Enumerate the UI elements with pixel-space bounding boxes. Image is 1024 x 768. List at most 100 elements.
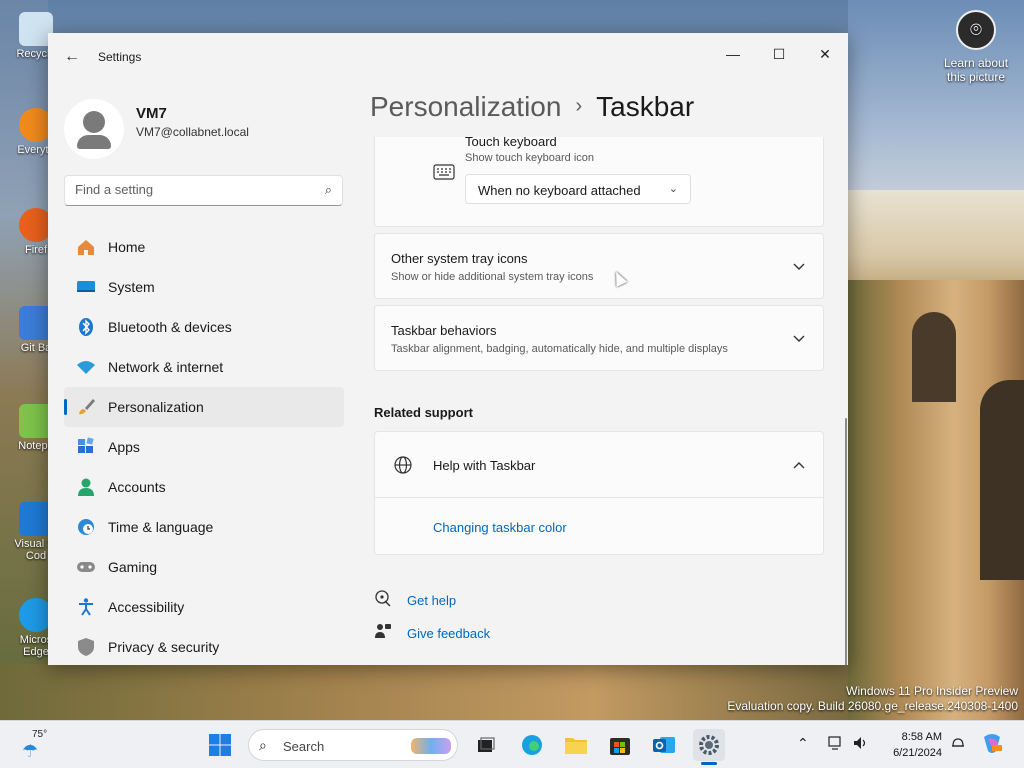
chevron-up-icon[interactable] <box>791 457 807 473</box>
content-scrollbar[interactable] <box>845 418 847 665</box>
sidebar-item-label: Privacy & security <box>108 639 220 655</box>
chevron-up-icon[interactable]: ⌃ <box>797 735 809 752</box>
clock-time: 8:58 AM <box>901 731 942 743</box>
search-highlight-icon <box>411 738 451 754</box>
taskbar-outlook[interactable] <box>648 729 680 761</box>
globe-icon <box>393 455 413 480</box>
sidebar-item-time-language[interactable]: Time & language <box>64 507 344 547</box>
back-arrow-icon[interactable]: ← <box>62 47 82 67</box>
sidebar-item-privacy-security[interactable]: Privacy & security <box>64 627 344 665</box>
network-icon[interactable] <box>828 735 844 754</box>
shield-icon <box>76 637 96 657</box>
apps-icon <box>76 437 96 457</box>
sidebar-item-label: Accounts <box>108 479 166 495</box>
search-icon[interactable]: ⌕ <box>325 182 332 198</box>
tray-icons-subtitle: Show or hide additional system tray icon… <box>391 271 594 283</box>
system-icon <box>76 277 96 297</box>
sidebar-item-bluetooth-devices[interactable]: Bluetooth & devices <box>64 307 344 347</box>
folder-icon <box>565 738 587 754</box>
gear-icon <box>699 735 719 755</box>
touch-keyboard-card: Touch keyboard Show touch keyboard icon … <box>374 137 824 227</box>
volume-icon[interactable] <box>852 735 868 754</box>
sidebar-item-system[interactable]: System <box>64 267 344 307</box>
avatar <box>64 99 124 159</box>
other-system-tray-icons-card[interactable]: Other system tray icons Show or hide add… <box>374 233 824 299</box>
behaviors-subtitle: Taskbar alignment, badging, automaticall… <box>391 343 728 355</box>
window-title: Settings <box>98 50 142 64</box>
gamepad-icon <box>76 557 96 577</box>
close-button[interactable]: ✕ <box>802 39 848 69</box>
sidebar-nav: Home System Bluetooth & devices Network … <box>64 227 344 665</box>
desktop-ground <box>0 664 848 720</box>
related-support-heading: Related support <box>374 405 473 420</box>
get-help-row[interactable]: Get help <box>374 589 456 612</box>
sidebar-item-personalization[interactable]: Personalization <box>64 387 344 427</box>
weather-widget[interactable]: 75° ☂ <box>18 727 58 763</box>
windows-logo-icon <box>209 734 231 756</box>
sidebar-item-label: Bluetooth & devices <box>108 319 232 335</box>
sidebar-item-label: System <box>108 279 155 295</box>
sidebar-item-label: Network & internet <box>108 359 224 375</box>
give-feedback-link[interactable]: Give feedback <box>407 626 490 641</box>
sidebar-item-gaming[interactable]: Gaming <box>64 547 344 587</box>
breadcrumb-separator: › <box>575 95 583 117</box>
learn-about-picture[interactable]: ⌾ Learn about this picture <box>938 10 1014 84</box>
avatar-head <box>83 111 105 133</box>
minimize-button[interactable]: — <box>710 39 756 69</box>
behaviors-title: Taskbar behaviors <box>391 323 497 338</box>
system-clock[interactable]: 8:58 AM 6/21/2024 <box>876 729 942 761</box>
search-icon: ⌕ <box>259 737 267 753</box>
user-name: VM7 <box>136 105 167 122</box>
taskbar-search[interactable]: ⌕ Search <box>248 729 458 761</box>
taskbar-file-explorer[interactable] <box>560 729 592 761</box>
notification-icon[interactable] <box>950 735 966 754</box>
start-button[interactable] <box>204 729 236 761</box>
sidebar-item-label: Personalization <box>108 399 204 415</box>
edge-icon <box>522 735 542 755</box>
desktop-bridge-arch-2 <box>980 380 1024 580</box>
taskbar-behaviors-card[interactable]: Taskbar behaviors Taskbar alignment, bad… <box>374 305 824 371</box>
sidebar-item-apps[interactable]: Apps <box>64 427 344 467</box>
copilot-icon[interactable] <box>980 731 1004 758</box>
taskbar: 75° ☂ ⌕ Search ⌃ 8:58 AM 6/21/2024 <box>0 720 1024 768</box>
windows-watermark: Windows 11 Pro Insider Preview Evaluatio… <box>727 684 1018 714</box>
settings-content: Touch keyboard Show touch keyboard icon … <box>374 137 824 665</box>
sidebar-item-home[interactable]: Home <box>64 227 344 267</box>
sidebar-item-label: Accessibility <box>108 599 185 615</box>
dropdown-value: When no keyboard attached <box>478 183 641 198</box>
search-input[interactable] <box>75 182 305 197</box>
touch-keyboard-dropdown[interactable]: When no keyboard attached ⌄ <box>465 174 691 204</box>
task-view-icon <box>478 737 495 752</box>
taskbar-settings[interactable] <box>693 729 725 765</box>
get-help-link[interactable]: Get help <box>407 593 456 608</box>
chevron-down-icon: ⌄ <box>668 183 678 195</box>
tray-icons-title: Other system tray icons <box>391 251 528 266</box>
clock-date: 6/21/2024 <box>893 747 942 759</box>
maximize-button[interactable]: ☐ <box>756 39 802 69</box>
give-feedback-row[interactable]: Give feedback <box>374 622 490 645</box>
taskbar-edge[interactable] <box>516 729 548 761</box>
settings-window: ← Settings — ☐ ✕ VM7 VM7@collabnet.local… <box>48 33 848 665</box>
globe-clock-icon <box>76 517 96 537</box>
sidebar-item-label: Apps <box>108 439 140 455</box>
wifi-icon <box>76 357 96 377</box>
accounts-icon <box>76 477 96 497</box>
task-view-button[interactable] <box>470 729 502 761</box>
sidebar-item-accounts[interactable]: Accounts <box>64 467 344 507</box>
changing-taskbar-color-link[interactable]: Changing taskbar color <box>433 520 567 535</box>
learn-about-picture-label: Learn about this picture <box>943 56 1009 84</box>
touch-keyboard-title: Touch keyboard <box>465 137 557 149</box>
breadcrumb-parent[interactable]: Personalization <box>370 91 561 122</box>
find-setting-search[interactable]: ⌕ <box>64 175 343 206</box>
feedback-icon <box>374 622 394 645</box>
desktop-bridge-arch <box>912 312 956 402</box>
chevron-down-icon[interactable] <box>791 331 807 347</box>
sidebar-item-accessibility[interactable]: Accessibility <box>64 587 344 627</box>
outlook-icon <box>653 737 675 753</box>
title-bar: ← Settings — ☐ ✕ <box>48 33 848 81</box>
chevron-down-icon[interactable] <box>791 259 807 275</box>
sidebar-item-network[interactable]: Network & internet <box>64 347 344 387</box>
taskbar-store[interactable] <box>604 729 636 761</box>
help-with-taskbar-header[interactable]: Help with Taskbar <box>375 432 823 498</box>
brush-icon <box>76 397 96 417</box>
